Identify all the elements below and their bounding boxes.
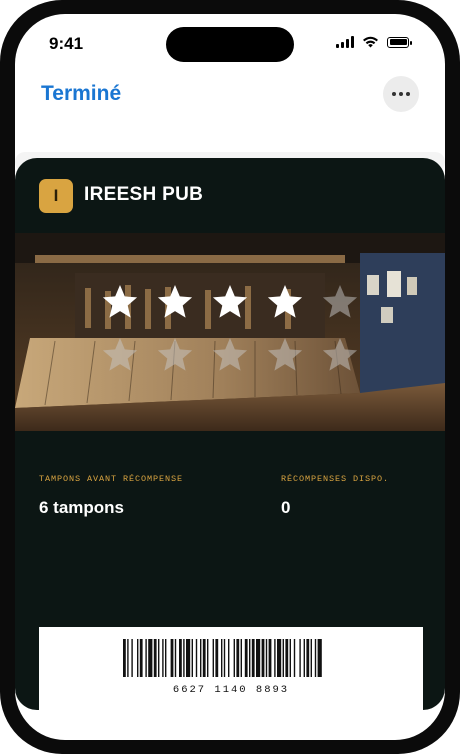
- barcode-bars: [123, 639, 322, 677]
- loyalty-pass-card[interactable]: I IREESH PUB TAMPONS AVANT RÉCOMPENSE 6 …: [15, 158, 445, 710]
- stamp-filled-icon: [157, 285, 193, 318]
- rewards-available-label: RÉCOMPENSES DISPO.: [281, 474, 390, 484]
- phone-frame: 9:41 Terminé I IREESH PUB TAMPONS AVANT …: [0, 0, 460, 754]
- stamp-empty-icon: [157, 338, 193, 371]
- cellular-signal-icon: [336, 36, 354, 48]
- strip-image: [15, 233, 445, 431]
- done-button[interactable]: Terminé: [41, 82, 121, 106]
- dynamic-island: [166, 27, 294, 62]
- stamp-filled-icon: [212, 285, 248, 318]
- stamp-empty-icon: [322, 285, 358, 318]
- status-time: 9:41: [49, 34, 84, 53]
- stamp-empty-icon: [267, 338, 303, 371]
- barcode: 6627 1140 8893: [39, 627, 423, 710]
- battery-icon: [387, 36, 412, 48]
- rewards-available-value: 0: [281, 498, 291, 517]
- venue-logo: I: [39, 179, 73, 213]
- stamp-empty-icon: [212, 338, 248, 371]
- ellipsis-icon[interactable]: [383, 76, 419, 112]
- status-icons: [336, 36, 412, 48]
- barcode-number: 6627 1140 8893: [172, 684, 290, 696]
- venue-name: IREESH PUB: [84, 184, 204, 205]
- wallet-pass-screen: 9:41 Terminé I IREESH PUB TAMPONS AVANT …: [15, 14, 445, 740]
- stamp-empty-icon: [322, 338, 358, 371]
- stamps-remaining-label: TAMPONS AVANT RÉCOMPENSE: [39, 474, 184, 484]
- stamp-empty-icon: [102, 338, 138, 371]
- stamps-remaining-value: 6 tampons: [39, 498, 125, 517]
- stamp-filled-icon: [102, 285, 138, 318]
- stamp-grid: [102, 285, 358, 371]
- stamp-filled-icon: [267, 285, 303, 318]
- wifi-icon: [363, 36, 378, 48]
